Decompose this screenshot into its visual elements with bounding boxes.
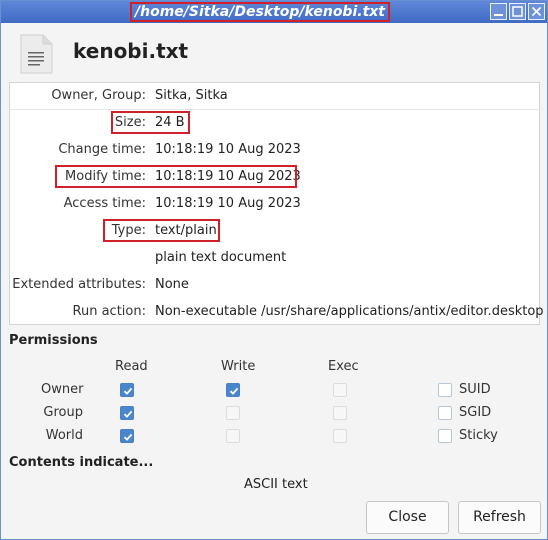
owner-group-value: Sitka, Sitka [155, 88, 228, 103]
maximize-icon [512, 6, 523, 17]
owner-exec-checkbox[interactable] [333, 383, 347, 397]
file-header: kenobi.txt [1, 23, 547, 83]
world-exec-checkbox[interactable] [333, 429, 347, 443]
type-description: plain text document [155, 250, 287, 265]
owner-group-label: Owner, Group: [51, 88, 146, 103]
group-write-checkbox[interactable] [226, 406, 240, 420]
owner-permission-label: Owner [41, 382, 84, 397]
group-exec-checkbox[interactable] [333, 406, 347, 420]
world-write-checkbox[interactable] [226, 429, 240, 443]
contents-heading: Contents indicate... [9, 455, 154, 470]
size-row: Size: 24 B [10, 110, 541, 137]
change-time-row: Change time: 10:18:19 10 Aug 2023 [10, 137, 541, 164]
exec-column-header: Exec [328, 359, 359, 374]
close-button[interactable]: Close [366, 501, 449, 534]
file-properties-window: /home/Sitka/Desktop/kenobi.txt kenobi.tx… [0, 0, 548, 540]
run-action-row: Run action: Non-executable /usr/share/ap… [10, 299, 544, 326]
change-time-value: 10:18:19 10 Aug 2023 [155, 142, 301, 157]
close-window-button[interactable] [528, 3, 545, 20]
modify-time-label: Modify time: [65, 169, 146, 184]
modify-time-row: Modify time: 10:18:19 10 Aug 2023 [10, 164, 541, 191]
title-bar[interactable]: /home/Sitka/Desktop/kenobi.txt [1, 1, 547, 23]
file-name: kenobi.txt [73, 39, 189, 63]
size-label: Size: [114, 115, 146, 130]
change-time-label: Change time: [58, 142, 146, 157]
close-icon [531, 6, 542, 17]
extended-attributes-value: None [155, 277, 189, 292]
access-time-value: 10:18:19 10 Aug 2023 [155, 196, 301, 211]
write-column-header: Write [221, 359, 256, 374]
refresh-button[interactable]: Refresh [458, 501, 541, 534]
run-action-value[interactable]: Non-executable /usr/share/applications/a… [155, 304, 544, 319]
sgid-label: SGID [459, 405, 492, 420]
run-action-label: Run action: [72, 304, 146, 319]
group-permission-label: Group [43, 405, 83, 420]
owner-write-checkbox[interactable] [226, 383, 240, 397]
extended-attributes-label: Extended attributes: [12, 277, 146, 292]
file-info-panel: Owner, Group: Sitka, Sitka Size: 24 B Ch… [9, 82, 544, 326]
sticky-label: Sticky [459, 428, 498, 443]
access-time-row: Access time: 10:18:19 10 Aug 2023 [10, 191, 541, 218]
access-time-label: Access time: [63, 196, 146, 211]
permissions-heading: Permissions [9, 333, 98, 348]
sticky-checkbox[interactable] [438, 429, 452, 443]
window-title: /home/Sitka/Desktop/kenobi.txt [130, 2, 390, 22]
modify-time-value: 10:18:19 10 Aug 2023 [155, 169, 301, 184]
owner-group-row: Owner, Group: Sitka, Sitka [10, 83, 541, 110]
size-value: 24 B [155, 115, 185, 130]
type-value: text/plain [155, 223, 217, 238]
sgid-checkbox[interactable] [438, 406, 452, 420]
type-description-row: plain text document [10, 245, 541, 272]
text-file-icon [20, 34, 53, 74]
type-row: Type: text/plain [10, 218, 541, 245]
maximize-button[interactable] [509, 3, 526, 20]
minimize-icon [494, 14, 503, 16]
contents-value: ASCII text [244, 477, 308, 492]
suid-checkbox[interactable] [438, 383, 452, 397]
type-label: Type: [111, 223, 146, 238]
read-column-header: Read [115, 359, 148, 374]
world-read-checkbox[interactable] [120, 429, 134, 443]
minimize-button[interactable] [490, 3, 507, 20]
owner-read-checkbox[interactable] [120, 383, 134, 397]
world-permission-label: World [45, 428, 83, 443]
group-read-checkbox[interactable] [120, 406, 134, 420]
suid-label: SUID [459, 382, 491, 397]
extended-attributes-row: Extended attributes: None [10, 272, 541, 299]
